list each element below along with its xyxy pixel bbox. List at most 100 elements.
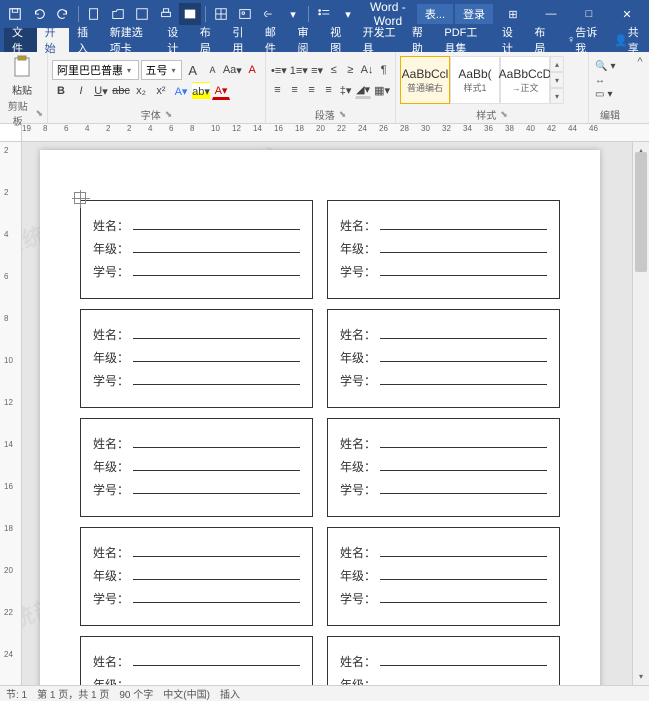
field-line[interactable] (133, 545, 300, 557)
field-line[interactable] (133, 218, 300, 230)
tab-home[interactable]: 开始 (37, 28, 70, 52)
share-button[interactable]: 👤 共享 (606, 28, 649, 52)
borders-icon[interactable]: ▦▾ (373, 81, 391, 99)
field-line[interactable] (380, 327, 547, 339)
bullets-button[interactable]: •≡▾ (270, 61, 288, 79)
italic-button[interactable]: I (72, 82, 90, 100)
decrease-indent-icon[interactable]: ≤ (326, 61, 341, 79)
status-lang[interactable]: 中文(中国) (163, 686, 210, 701)
field-line[interactable] (380, 482, 547, 494)
field-line[interactable] (133, 568, 300, 580)
picture-icon[interactable] (234, 3, 256, 25)
collapse-ribbon-icon[interactable]: ^ (631, 52, 649, 123)
ruler-vertical[interactable]: 224681012141618202224 (0, 142, 22, 685)
shape-icon[interactable]: ▾ (282, 3, 304, 25)
tab-developer[interactable]: 开发工具 (355, 28, 404, 52)
save-icon[interactable] (4, 3, 26, 25)
tab-table-design[interactable]: 设计 (494, 28, 527, 52)
paste-button[interactable]: 粘贴 (4, 54, 40, 97)
link-icon[interactable] (258, 3, 280, 25)
field-line[interactable] (380, 241, 547, 253)
tab-layout[interactable]: 布局 (192, 28, 225, 52)
tab-references[interactable]: 引用 (224, 28, 257, 52)
reading-icon[interactable] (179, 3, 201, 25)
font-launcher-icon[interactable]: ⬊ (165, 109, 173, 120)
label-card[interactable]: 姓名：年级：学号： (327, 200, 560, 299)
underline-button[interactable]: U▾ (92, 82, 110, 100)
superscript-button[interactable]: x² (152, 82, 170, 100)
highlight-icon[interactable]: ab▾ (192, 82, 210, 100)
label-card[interactable]: 姓名：年级：学号： (80, 200, 313, 299)
font-name-combo[interactable]: 阿里巴巴普惠▾ (52, 60, 139, 80)
align-right-icon[interactable]: ≡ (304, 81, 319, 99)
align-center-icon[interactable]: ≡ (287, 81, 302, 99)
save-as-icon[interactable] (131, 3, 153, 25)
field-line[interactable] (380, 677, 547, 685)
replace-button[interactable]: ↔ (593, 74, 617, 87)
field-line[interactable] (380, 545, 547, 557)
field-line[interactable] (133, 350, 300, 362)
field-line[interactable] (380, 459, 547, 471)
status-section[interactable]: 节: 1 (6, 686, 27, 701)
font-color-icon[interactable]: A▾ (212, 82, 230, 100)
label-card[interactable]: 姓名：年级：学号： (80, 636, 313, 685)
font-size-combo[interactable]: 五号▾ (141, 60, 182, 80)
field-line[interactable] (380, 373, 547, 385)
style-item[interactable]: AaBbCcl普通编右 (400, 56, 450, 104)
field-line[interactable] (380, 350, 547, 362)
styles-gallery[interactable]: AaBbCcl普通编右 AaBb(样式1 AaBbCcD→正文 ▴▾▾ (400, 56, 564, 104)
tell-me[interactable]: ♀ 告诉我 (559, 28, 606, 52)
field-line[interactable] (380, 568, 547, 580)
paragraph-launcher-icon[interactable]: ⬊ (339, 109, 347, 120)
sort-icon[interactable]: A↓ (360, 61, 375, 79)
field-line[interactable] (380, 654, 547, 666)
multilevel-button[interactable]: ≡▾ (310, 61, 325, 79)
field-line[interactable] (133, 459, 300, 471)
field-line[interactable] (380, 218, 547, 230)
field-line[interactable] (133, 373, 300, 385)
login-button[interactable]: 登录 (455, 4, 493, 24)
status-mode[interactable]: 插入 (220, 686, 240, 701)
numbering-button[interactable]: 1≡▾ (290, 61, 308, 79)
ruler-horizontal[interactable]: 1986422468101214161820222426283032343638… (0, 124, 649, 142)
justify-icon[interactable]: ≡ (321, 81, 336, 99)
new-icon[interactable] (83, 3, 105, 25)
label-card[interactable]: 姓名：年级：学号： (80, 527, 313, 626)
field-line[interactable] (380, 264, 547, 276)
tab-pdf[interactable]: PDF工具集 (436, 28, 493, 52)
styles-nav[interactable]: ▴▾▾ (550, 56, 564, 104)
tab-mailings[interactable]: 邮件 (257, 28, 290, 52)
scroll-down-icon[interactable]: ▾ (633, 668, 649, 685)
page[interactable]: 姓名：年级：学号：姓名：年级：学号：姓名：年级：学号：姓名：年级：学号：姓名：年… (40, 150, 600, 685)
clipboard-launcher-icon[interactable]: ⬊ (35, 108, 43, 119)
field-line[interactable] (133, 436, 300, 448)
clear-format-icon[interactable]: A (243, 61, 261, 79)
tab-file[interactable]: 文件 (4, 28, 37, 52)
field-line[interactable] (380, 591, 547, 603)
tab-insert[interactable]: 插入 (69, 28, 102, 52)
field-line[interactable] (133, 241, 300, 253)
align-left-icon[interactable]: ≡ (270, 81, 285, 99)
document-scroll[interactable]: 系统部落 xitongbuluo.com 系统部落 xitongbuluo.co… (22, 142, 632, 685)
find-button[interactable]: 🔍▾ (593, 60, 617, 73)
field-line[interactable] (380, 436, 547, 448)
shrink-font-icon[interactable]: A (204, 61, 222, 79)
change-case-icon[interactable]: Aa▾ (223, 61, 241, 79)
table-anchor-icon[interactable] (74, 192, 86, 204)
label-card[interactable]: 姓名：年级：学号： (327, 636, 560, 685)
undo-icon[interactable] (28, 3, 50, 25)
style-item[interactable]: AaBb(样式1 (450, 56, 500, 104)
table-tools-label[interactable]: 表... (417, 4, 453, 24)
tab-design[interactable]: 设计 (159, 28, 192, 52)
tab-review[interactable]: 审阅 (290, 28, 323, 52)
field-line[interactable] (133, 591, 300, 603)
styles-launcher-icon[interactable]: ⬊ (500, 109, 508, 120)
scroll-thumb[interactable] (635, 152, 647, 272)
tab-view[interactable]: 视图 (322, 28, 355, 52)
strike-button[interactable]: abc (112, 82, 130, 100)
print-icon[interactable] (155, 3, 177, 25)
shading-icon[interactable]: ◢▾ (355, 81, 371, 99)
tab-help[interactable]: 帮助 (404, 28, 437, 52)
show-marks-icon[interactable]: ¶ (376, 61, 391, 79)
field-line[interactable] (133, 482, 300, 494)
